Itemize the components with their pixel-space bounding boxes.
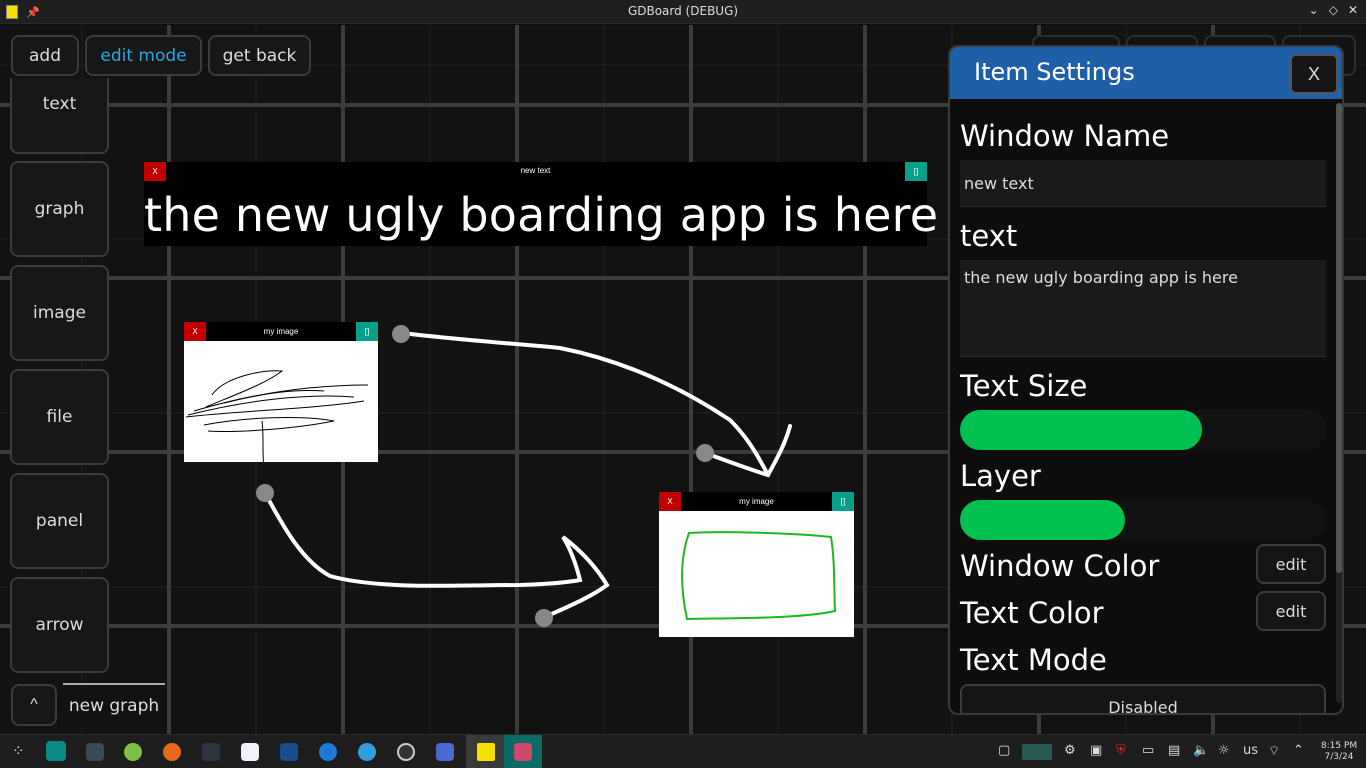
taskbar: ⁘ ▢ ⚙ ▣ ⛨ ▭ ▤ 🔈 ☼ us ⌔ ⌃ 8:15 PM 7/3/24 (0, 734, 1366, 768)
window-title[interactable]: new text (166, 166, 905, 175)
text-color-edit-button[interactable]: edit (1256, 591, 1326, 631)
window-title: GDBoard (DEBUG) (627, 4, 739, 18)
layer-label: Layer (960, 459, 1041, 493)
window-color-label: Window Color (960, 549, 1160, 583)
pager-icon[interactable] (1022, 744, 1052, 760)
volume-icon[interactable]: 🔈 (1193, 743, 1209, 758)
window-close-button[interactable]: X (144, 162, 166, 181)
arrow-handle[interactable] (256, 484, 274, 502)
image-window[interactable]: X my image [] (184, 322, 378, 462)
close-icon[interactable]: ✕ (1348, 3, 1358, 17)
download-icon[interactable] (124, 743, 142, 761)
text-color-label: Text Color (960, 596, 1104, 630)
text-size-label: Text Size (960, 369, 1088, 403)
text-size-slider-fill[interactable] (960, 410, 1202, 450)
window-icon[interactable]: ▢ (998, 743, 1010, 758)
launcher-icon[interactable]: ⁘ (12, 742, 25, 760)
files-icon[interactable] (46, 741, 66, 761)
terminal-icon[interactable]: ▭ (1142, 743, 1154, 758)
text-size-slider[interactable] (960, 410, 1326, 450)
arrow-handle[interactable] (696, 444, 714, 462)
text-label: text (960, 219, 1018, 253)
text-mode-button[interactable]: Disabled (960, 684, 1326, 713)
window-maximize-button[interactable]: [] (832, 492, 854, 511)
dev-tool-icon[interactable] (436, 743, 454, 761)
globe-icon[interactable] (358, 743, 376, 761)
window-color-edit-button[interactable]: edit (1256, 544, 1326, 584)
clock-date: 7/3/24 (1324, 752, 1354, 762)
sidebar-item-arrow[interactable]: arrow (10, 577, 109, 673)
window-title[interactable]: my image (206, 327, 356, 336)
firefox-icon[interactable] (163, 743, 181, 761)
vscode-icon[interactable] (280, 743, 298, 761)
title-bar: 📌 GDBoard (DEBUG) ⌄ ◇ ✕ (0, 0, 1366, 24)
item-settings-panel: Item Settings X Window Name new text tex… (948, 45, 1344, 715)
sketch-image (185, 370, 369, 462)
layer-slider-fill[interactable] (960, 500, 1125, 540)
brightness-icon[interactable]: ☼ (1218, 743, 1230, 758)
edit-mode-button[interactable]: edit mode (85, 35, 202, 76)
window-name-input[interactable]: new text (960, 160, 1326, 207)
text-mode-label: Text Mode (960, 643, 1107, 677)
diamond-icon[interactable]: ◇ (1329, 3, 1338, 17)
console-icon[interactable] (202, 743, 220, 761)
sidebar-item-graph[interactable]: graph (10, 161, 109, 257)
window-maximize-button[interactable]: [] (356, 322, 378, 341)
keyboard-layout[interactable]: us (1243, 743, 1258, 758)
layer-slider[interactable] (960, 500, 1326, 540)
expand-button[interactable]: ^ (11, 684, 57, 726)
arrow-handle[interactable] (392, 325, 410, 343)
terminal-app-icon[interactable] (86, 743, 104, 761)
sidebar-item-panel[interactable]: panel (10, 473, 109, 569)
new-graph-tab[interactable]: new graph (63, 683, 165, 727)
window-title[interactable]: my image (681, 497, 832, 506)
window-name-label: Window Name (960, 119, 1170, 153)
text-window[interactable]: X new text [] the new ugly boarding app … (144, 162, 939, 246)
gdboard-icon[interactable] (477, 743, 495, 761)
wifi-icon[interactable]: ⌔ (1268, 743, 1280, 759)
text-input[interactable]: the new ugly boarding app is here (960, 260, 1326, 357)
sidebar-item-file[interactable]: file (10, 369, 109, 465)
panel-scrollbar[interactable] (1336, 103, 1342, 703)
add-button[interactable]: add (11, 35, 79, 76)
shield-icon[interactable]: ⛨ (1116, 743, 1126, 758)
panel-header: Item Settings X (950, 47, 1342, 99)
window-maximize-button[interactable]: [] (905, 162, 927, 181)
panel-close-button[interactable]: X (1290, 54, 1338, 94)
app-icon[interactable] (241, 743, 259, 761)
sidebar-item-image[interactable]: image (10, 265, 109, 361)
arrow-handle[interactable] (535, 609, 553, 627)
tray-app-icon[interactable]: ▣ (1090, 743, 1102, 758)
clock-time: 8:15 PM (1320, 741, 1358, 751)
chevron-up-icon[interactable]: ⌃ (1293, 743, 1304, 758)
audio-app-icon[interactable] (319, 743, 337, 761)
window-text-content: the new ugly boarding app is here (144, 188, 939, 242)
panel-title: Item Settings (974, 58, 1135, 86)
screen-icon[interactable] (514, 743, 532, 761)
chevron-down-icon[interactable]: ⌄ (1309, 3, 1319, 17)
sidebar-item-text[interactable]: text (10, 78, 109, 154)
clock[interactable]: 8:15 PM 7/3/24 (1316, 741, 1362, 763)
sketch-image (681, 531, 837, 621)
window-close-button[interactable]: X (659, 492, 681, 511)
scrollbar-thumb[interactable] (1336, 103, 1342, 573)
image-window[interactable]: X my image [] (659, 492, 854, 637)
get-back-button[interactable]: get back (208, 35, 311, 76)
window-close-button[interactable]: X (184, 322, 206, 341)
clipboard-icon[interactable]: ▤ (1168, 743, 1180, 758)
obs-icon[interactable] (397, 743, 415, 761)
settings-icon[interactable]: ⚙ (1064, 743, 1076, 758)
